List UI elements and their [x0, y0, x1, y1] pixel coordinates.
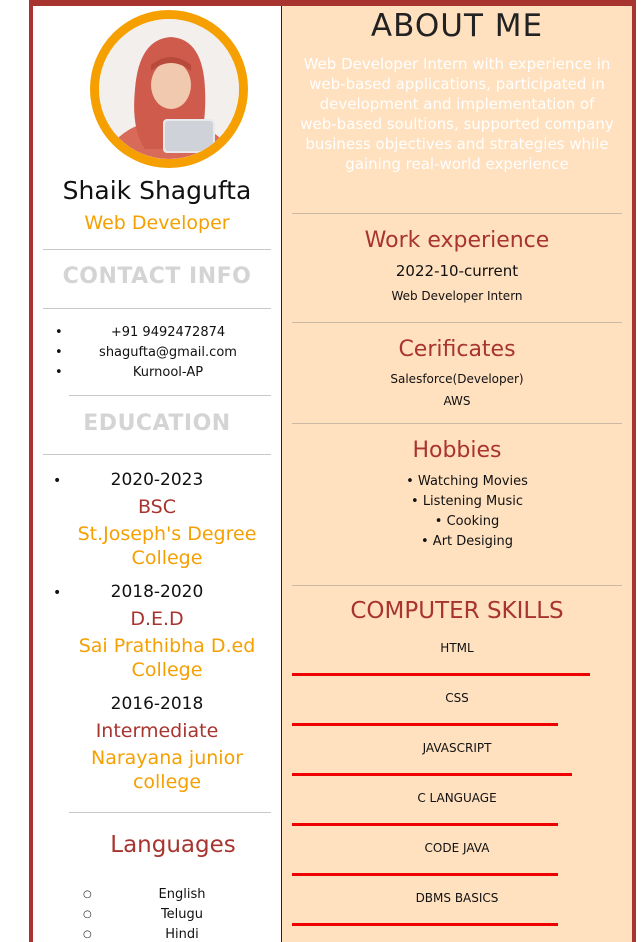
education-college: College	[131, 659, 203, 681]
about-line: web-based applications, participated in	[309, 75, 605, 93]
divider	[292, 322, 622, 323]
hobby-item: • Art Desiging	[397, 532, 537, 552]
skill-level-bar	[292, 923, 558, 926]
skill-level-bar	[292, 673, 590, 676]
divider	[43, 454, 271, 455]
hobbies-heading: Hobbies	[412, 438, 502, 463]
skill-level-bar	[292, 723, 558, 726]
skill-label: CODE JAVA	[424, 841, 490, 855]
education-degree: D.E.D	[130, 608, 184, 630]
education-years: 2018-2020	[110, 582, 204, 602]
education-college: Narayana junior	[91, 747, 243, 769]
skill-level-bar	[292, 823, 558, 826]
divider	[43, 308, 271, 309]
divider	[292, 585, 622, 586]
language-item: English	[83, 885, 281, 905]
skill-label: HTML	[440, 641, 474, 655]
language-item: Telugu	[83, 905, 281, 925]
education-heading: EDUCATION	[83, 411, 231, 436]
education-college: College	[131, 547, 203, 569]
skill-label: DBMS BASICS	[415, 891, 499, 905]
about-line: gaining real-world experience	[345, 155, 569, 173]
about-heading: ABOUT ME	[370, 8, 544, 44]
divider	[43, 249, 271, 250]
profile-photo	[99, 19, 239, 159]
skill-level-bar	[292, 873, 558, 876]
hobby-label: Cooking	[446, 514, 500, 529]
contact-email: shagufta@gmail.com	[55, 343, 281, 363]
education-entry: 2020-2023 BSC St.Joseph's Degree College	[33, 468, 281, 570]
languages-heading: Languages	[110, 832, 236, 858]
education-college: St.Joseph's Degree	[77, 523, 257, 545]
work-period: 2022-10-current	[395, 262, 519, 280]
skill-label: CSS	[445, 691, 469, 705]
hobby-label: Listening Music	[422, 494, 523, 509]
skills-heading: COMPUTER SKILLS	[350, 598, 564, 624]
about-text: Web Developer Intern with experience in …	[290, 54, 624, 174]
skill-label: C LANGUAGE	[417, 791, 497, 805]
right-column: ABOUT ME Web Developer Intern with exper…	[282, 6, 632, 942]
hobby-item: • Listening Music	[397, 492, 537, 512]
bullet-icon: •	[406, 474, 418, 489]
education-degree: Intermediate	[95, 720, 219, 742]
divider	[69, 812, 271, 813]
hobbies-list: • Watching Movies • Listening Music • Co…	[397, 472, 537, 552]
certificates-heading: Cerificates	[398, 337, 516, 362]
divider	[292, 423, 622, 424]
education-college: college	[132, 771, 202, 793]
hobby-item: • Cooking	[397, 512, 537, 532]
contact-location: Kurnool-AP	[55, 363, 281, 383]
divider	[292, 213, 622, 214]
language-item: Hindi	[83, 925, 281, 942]
skill-label: JAVASCRIPT	[422, 741, 492, 755]
certificate-item: Salesforce(Developer)	[390, 372, 524, 386]
bullet-icon: •	[411, 494, 423, 509]
education-college: Sai Prathibha D.ed	[78, 635, 256, 657]
resume-frame: Shaik Shagufta Web Developer CONTACT INF…	[29, 0, 636, 942]
bullet-icon: •	[434, 514, 447, 529]
work-heading: Work experience	[364, 228, 550, 253]
education-entry: 2018-2020 D.E.D Sai Prathibha D.ed Colle…	[33, 580, 281, 682]
about-line: web-based soultions, supported company	[300, 115, 614, 133]
divider	[69, 395, 271, 396]
contact-list: +91 9492472874 shagufta@gmail.com Kurnoo…	[55, 323, 281, 383]
education-entry: 2016-2018 Intermediate Narayana junior c…	[33, 692, 281, 794]
education-years: 2016-2018	[110, 694, 204, 714]
hobby-item: • Watching Movies	[397, 472, 537, 492]
contact-phone: +91 9492472874	[55, 323, 281, 343]
avatar	[90, 10, 248, 168]
languages-list: English Telugu Hindi	[83, 885, 281, 942]
certificate-item: AWS	[443, 394, 471, 408]
profile-title: Web Developer	[84, 212, 230, 234]
hobby-label: Watching Movies	[417, 474, 528, 489]
hobby-label: Art Desiging	[432, 534, 514, 549]
contact-heading: CONTACT INFO	[62, 264, 252, 289]
education-years: 2020-2023	[110, 470, 204, 490]
about-line: business objectives and strategies while	[305, 135, 609, 153]
profile-name: Shaik Shagufta	[62, 176, 252, 205]
left-column: Shaik Shagufta Web Developer CONTACT INF…	[33, 6, 282, 942]
about-line: development and implementation of	[319, 95, 595, 113]
education-degree: BSC	[137, 496, 177, 518]
work-role: Web Developer Intern	[391, 289, 523, 303]
about-line: Web Developer Intern with experience in	[303, 55, 611, 73]
skill-level-bar	[292, 773, 572, 776]
bullet-icon: •	[420, 534, 433, 549]
